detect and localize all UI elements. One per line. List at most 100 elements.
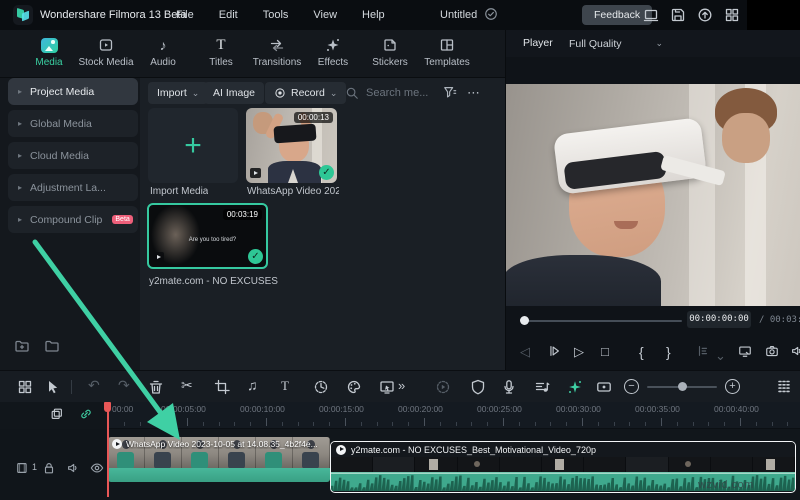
speed-icon[interactable] bbox=[313, 379, 329, 395]
render-preview-icon[interactable] bbox=[435, 379, 451, 395]
volume-button[interactable] bbox=[790, 344, 800, 358]
tab-stickers[interactable]: Stickers bbox=[361, 35, 419, 75]
zoom-out-button[interactable]: − bbox=[624, 379, 639, 394]
media-view-grid-icon[interactable] bbox=[17, 379, 33, 395]
ruler-label: 00:00:15:00 bbox=[319, 404, 364, 414]
apps-grid-icon[interactable] bbox=[724, 7, 740, 23]
tab-audio[interactable]: ♪ Audio bbox=[134, 35, 192, 75]
mark-shield-icon[interactable] bbox=[470, 379, 486, 395]
mute-track-icon[interactable] bbox=[66, 461, 80, 475]
clip-thumbnails bbox=[331, 457, 795, 472]
media-item-y2mate-video[interactable]: Are you too tired? 00:03:19 ✓ bbox=[147, 203, 268, 269]
record-button[interactable]: Record ⌄ bbox=[265, 82, 347, 104]
delete-trash-icon[interactable] bbox=[148, 379, 164, 395]
export-icon[interactable] bbox=[697, 7, 713, 23]
music-note-icon: ♪ bbox=[159, 37, 167, 53]
keyframe-icon[interactable] bbox=[596, 379, 612, 395]
sidebar-item-global-media[interactable]: ▸ Global Media bbox=[8, 110, 138, 137]
seek-handle[interactable] bbox=[520, 316, 529, 325]
chevron-down-icon[interactable]: ⌄ bbox=[715, 348, 726, 364]
color-palette-icon[interactable] bbox=[346, 379, 362, 395]
save-icon[interactable] bbox=[670, 7, 686, 23]
tab-stock-media[interactable]: Stock Media bbox=[77, 35, 135, 75]
filter-icon[interactable] bbox=[443, 85, 457, 99]
feedback-button[interactable]: Feedback bbox=[582, 5, 653, 25]
video-preview bbox=[506, 84, 800, 306]
import-button[interactable]: Import ⌄ bbox=[148, 82, 209, 104]
beta-badge: Beta bbox=[112, 215, 133, 224]
search-input[interactable]: Search me... bbox=[345, 82, 428, 104]
select-cursor-icon[interactable] bbox=[45, 379, 61, 395]
text-tool-icon[interactable]: T bbox=[281, 378, 289, 394]
menu-tools[interactable]: Tools bbox=[263, 9, 289, 21]
seek-bar[interactable] bbox=[523, 320, 682, 322]
timeline-ruler-scale[interactable]: 00:00 00:00:05:00 00:00:10:00 00:00:15:00 00… bbox=[0, 402, 800, 429]
search-icon bbox=[345, 86, 359, 100]
tab-templates[interactable]: Templates bbox=[418, 35, 476, 75]
display-output-button[interactable] bbox=[738, 344, 752, 358]
split-scissors-icon[interactable]: ✂ bbox=[181, 377, 193, 394]
zoom-slider-handle[interactable] bbox=[678, 382, 687, 391]
ai-assistant-icon[interactable] bbox=[567, 379, 583, 395]
audio-stretch-icon[interactable]: ♫ bbox=[247, 377, 258, 393]
playhead-line[interactable] bbox=[107, 402, 109, 497]
more-options-icon[interactable]: ⋯ bbox=[467, 85, 481, 101]
player-panel: Player Full Quality ⌄ 00:00:00:00 / 00:0… bbox=[505, 30, 800, 370]
stop-button[interactable]: □ bbox=[601, 344, 609, 360]
sidebar-item-adjustment-layer[interactable]: ▸ Adjustment La... bbox=[8, 174, 138, 201]
current-timecode: 00:00:00:00 bbox=[687, 311, 751, 328]
playhead-pin[interactable] bbox=[104, 402, 111, 412]
tab-effects[interactable]: Effects bbox=[304, 35, 362, 75]
play-badge-icon bbox=[336, 444, 346, 455]
tab-transitions[interactable]: Transitions bbox=[248, 35, 306, 75]
duration-badge: 00:03:19 bbox=[222, 209, 262, 220]
compound-select-icon[interactable] bbox=[50, 407, 64, 421]
total-duration: / 00:03:19 bbox=[759, 315, 800, 325]
play-badge-icon bbox=[112, 439, 122, 449]
track-manager-icon[interactable] bbox=[776, 379, 792, 395]
sidebar-item-compound-clip[interactable]: ▸ Compound Clip Beta bbox=[8, 206, 138, 233]
workspace-layout-icon[interactable] bbox=[643, 7, 659, 23]
mark-out-button[interactable]: } bbox=[666, 344, 671, 360]
audio-mixer-icon[interactable] bbox=[534, 379, 550, 395]
project-name[interactable]: Untitled bbox=[440, 9, 477, 21]
templates-icon bbox=[418, 35, 476, 55]
sidebar-item-project-media[interactable]: ▸ Project Media bbox=[8, 78, 138, 105]
lock-track-icon[interactable] bbox=[42, 461, 56, 475]
undo-icon[interactable]: ↶ bbox=[88, 377, 100, 394]
timeline-tracks: 1 WhatsApp Video 2023-10-05 at 14.08.35_… bbox=[0, 429, 800, 500]
play-button[interactable]: ▷ bbox=[574, 344, 584, 360]
redo-icon[interactable]: ↷ bbox=[118, 377, 130, 394]
folder-icon[interactable] bbox=[44, 338, 60, 354]
snapshot-camera-button[interactable] bbox=[765, 344, 779, 358]
step-forward-button[interactable] bbox=[547, 344, 561, 358]
screen-record-icon[interactable] bbox=[379, 379, 395, 395]
voiceover-mic-icon[interactable] bbox=[501, 379, 517, 395]
import-media-tile[interactable]: + bbox=[148, 108, 238, 183]
app-title: Wondershare Filmora 13 Beta bbox=[40, 9, 187, 21]
tab-titles[interactable]: T Titles bbox=[192, 35, 250, 75]
tab-media[interactable]: Media bbox=[20, 35, 78, 75]
menu-view[interactable]: View bbox=[313, 9, 337, 21]
zoom-in-button[interactable]: + bbox=[725, 379, 740, 394]
menu-help[interactable]: Help bbox=[362, 9, 385, 21]
ruler-label: 00:00:30:00 bbox=[556, 404, 601, 414]
more-tools-icon[interactable]: » bbox=[398, 378, 405, 393]
mark-in-button[interactable]: { bbox=[639, 344, 644, 360]
marker-button[interactable] bbox=[696, 344, 710, 358]
menu-file[interactable]: File bbox=[176, 9, 194, 21]
media-item-whatsapp-video[interactable]: 00:00:13 ✓ bbox=[246, 108, 337, 183]
player-header: Player Full Quality ⌄ bbox=[506, 30, 800, 57]
auto-ripple-link-icon[interactable] bbox=[79, 407, 93, 421]
crop-icon[interactable] bbox=[214, 379, 230, 395]
ruler-label: 00:00:20:00 bbox=[398, 404, 443, 414]
new-folder-icon[interactable] bbox=[14, 338, 30, 354]
quality-dropdown[interactable]: Full Quality ⌄ bbox=[561, 34, 671, 53]
hide-track-eye-icon[interactable] bbox=[90, 461, 104, 475]
previous-frame-button[interactable]: ◁ bbox=[520, 344, 530, 360]
toolbar-divider bbox=[71, 380, 72, 394]
timeline-clip-whatsapp[interactable]: WhatsApp Video 2023-10-05 at 14.08.35_4b… bbox=[108, 437, 330, 482]
sidebar-item-cloud-media[interactable]: ▸ Cloud Media bbox=[8, 142, 138, 169]
ai-image-button[interactable]: AI Image bbox=[204, 82, 265, 104]
menu-edit[interactable]: Edit bbox=[219, 9, 238, 21]
